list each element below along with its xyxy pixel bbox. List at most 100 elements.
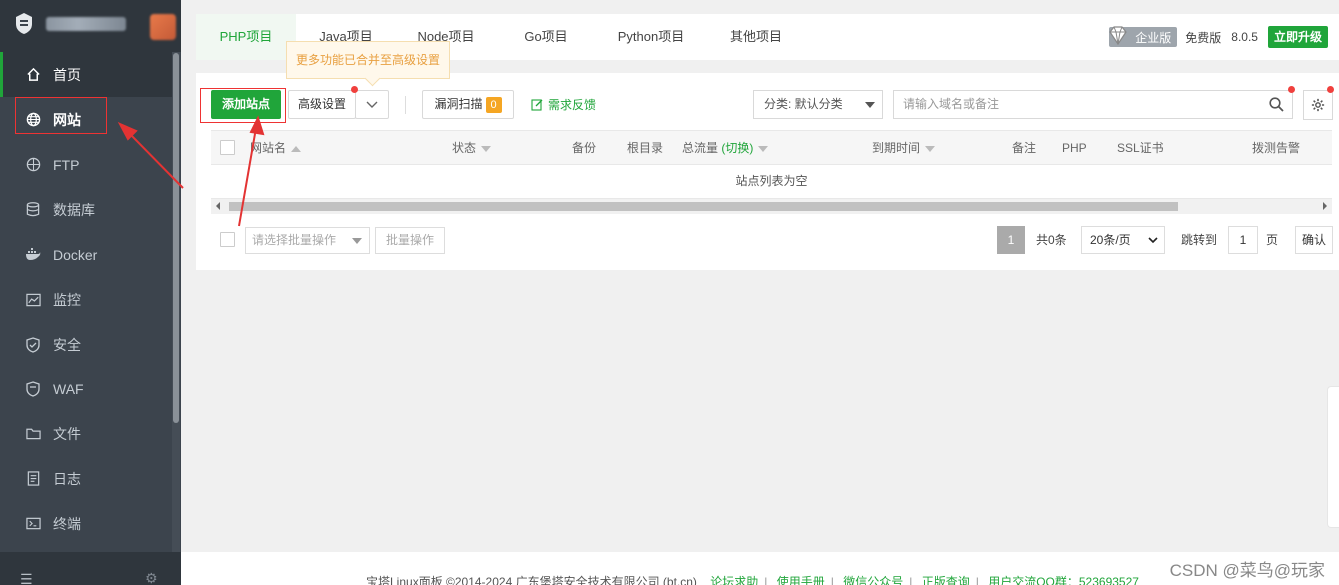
col-remark: 备注 xyxy=(1012,141,1037,155)
feedback-label: 需求反馈 xyxy=(548,98,597,112)
search-placeholder: 请输入域名或备注 xyxy=(903,97,1000,111)
category-value: 分类: 默认分类 xyxy=(764,97,843,111)
table-header: 网站名 状态 备份 根目录 总流量 (切换) 到期时间 备注 PHP SSL证书… xyxy=(211,130,1332,165)
sort-up-icon xyxy=(291,145,302,152)
col-php: PHP xyxy=(1062,141,1087,155)
version-label: 8.0.5 xyxy=(1231,30,1258,44)
license-link[interactable]: 正版查询 xyxy=(922,575,970,585)
sidebar-item-label: WAF xyxy=(53,380,84,397)
sidebar-item-monitor[interactable]: 监控 xyxy=(0,277,172,322)
page-size-select[interactable]: 20条/页 xyxy=(1081,226,1165,254)
batch-action-select[interactable]: 请选择批量操作 xyxy=(245,227,370,254)
shield-icon xyxy=(25,336,41,353)
advanced-dropdown-button[interactable] xyxy=(355,90,389,119)
sort-down-icon xyxy=(481,145,492,152)
col-expire[interactable]: 到期时间 xyxy=(872,131,936,166)
sidebar-item-database[interactable]: 数据库 xyxy=(0,187,172,232)
sort-down-icon xyxy=(758,145,769,152)
feedback-link[interactable]: 需求反馈 xyxy=(531,96,596,113)
advanced-settings-button[interactable]: 高级设置 xyxy=(288,90,356,119)
sidebar-item-terminal[interactable]: 终端 xyxy=(0,501,172,546)
total-count: 共0条 xyxy=(1036,233,1067,247)
sidebar-item-label: FTP xyxy=(53,156,80,173)
upgrade-button[interactable]: 立即升级 xyxy=(1267,26,1328,48)
manual-link[interactable]: 使用手册 xyxy=(777,575,825,585)
qq-group-link[interactable]: 用户交流QQ群：523693527 xyxy=(988,575,1139,585)
tab-go[interactable]: Go项目 xyxy=(496,14,596,60)
folder-icon xyxy=(25,426,41,442)
table-empty-row: 站点列表为空 xyxy=(211,165,1332,199)
terminal-icon xyxy=(25,516,41,532)
monitor-icon xyxy=(25,292,41,308)
sidebar-item-label: 首页 xyxy=(53,66,81,83)
traffic-switch-link[interactable]: (切换) xyxy=(721,141,753,155)
csdn-watermark: CSDN @菜鸟@玩家 xyxy=(1169,561,1325,580)
category-select[interactable]: 分类: 默认分类 xyxy=(753,90,883,119)
jump-confirm-button[interactable]: 确认 xyxy=(1295,226,1333,254)
log-icon xyxy=(25,471,41,487)
sidebar-item-ftp[interactable]: FTP xyxy=(0,142,172,187)
col-label: 总流量 xyxy=(682,141,719,155)
scroll-left-icon[interactable] xyxy=(216,202,220,210)
table-settings-button[interactable] xyxy=(1303,90,1333,120)
collapse-menu-icon[interactable]: ☰ xyxy=(20,571,33,585)
free-edition-label: 免费版 xyxy=(1185,30,1222,45)
sidebar-item-label: 日志 xyxy=(53,470,81,487)
settings-dot-badge xyxy=(1327,86,1334,93)
ftp-icon xyxy=(25,157,41,173)
jump-page-input[interactable]: 1 xyxy=(1228,226,1258,254)
search-input[interactable]: 请输入域名或备注 xyxy=(893,90,1293,119)
sidebar-item-waf[interactable]: WAF xyxy=(0,366,172,411)
settings-gear-icon[interactable]: ⚙ xyxy=(145,570,158,585)
scroll-right-icon[interactable] xyxy=(1323,202,1327,210)
sidebar-item-security[interactable]: 安全 xyxy=(0,322,172,367)
forum-link[interactable]: 论坛求助 xyxy=(710,575,758,585)
sidebar-item-home[interactable]: 首页 xyxy=(0,52,172,97)
edit-icon xyxy=(531,99,543,111)
home-icon xyxy=(25,67,41,83)
sidebar-item-docker[interactable]: Docker xyxy=(0,232,172,277)
sidebar-item-label: 监控 xyxy=(53,291,81,308)
wechat-link[interactable]: 微信公众号 xyxy=(843,575,903,585)
vuln-scan-label: 漏洞扫描 xyxy=(434,97,483,111)
sidebar-item-files[interactable]: 文件 xyxy=(0,411,172,456)
col-site-name[interactable]: 网站名 xyxy=(250,131,302,166)
waf-shield-icon xyxy=(25,380,41,397)
tab-other[interactable]: 其他项目 xyxy=(706,14,806,60)
sidebar-item-logs[interactable]: 日志 xyxy=(0,456,172,501)
avatar[interactable] xyxy=(150,14,176,40)
sidebar-item-label: 安全 xyxy=(53,336,81,353)
sidebar-item-label: 文件 xyxy=(53,425,81,442)
batch-select-checkbox[interactable] xyxy=(220,232,235,247)
col-label: 状态 xyxy=(452,141,477,155)
tab-php[interactable]: PHP项目 xyxy=(196,14,296,60)
caret-down-icon xyxy=(352,238,362,244)
page-current[interactable]: 1 xyxy=(997,226,1025,254)
header-right: 企业版 免费版 8.0.5 立即升级 xyxy=(1109,26,1328,48)
col-ssl: SSL证书 xyxy=(1117,141,1164,155)
divider xyxy=(405,96,406,114)
search-icon[interactable] xyxy=(1269,97,1284,112)
docker-icon xyxy=(25,247,41,263)
table-horizontal-scrollbar[interactable] xyxy=(211,199,1332,214)
col-traffic[interactable]: 总流量 (切换) xyxy=(682,131,769,166)
enterprise-label: 企业版 xyxy=(1135,30,1172,45)
select-all-checkbox[interactable] xyxy=(220,140,235,155)
col-status[interactable]: 状态 xyxy=(452,131,492,166)
sidebar-scrollbar[interactable] xyxy=(173,53,179,423)
col-alert: 拨测告警 xyxy=(1252,141,1301,155)
scan-count-badge: 0 xyxy=(485,97,502,113)
col-root: 根目录 xyxy=(627,141,664,155)
vuln-scan-button[interactable]: 漏洞扫描 0 xyxy=(422,90,514,119)
jump-label: 跳转到 xyxy=(1181,233,1218,247)
chevron-down-icon xyxy=(366,101,378,108)
batch-action-button[interactable]: 批量操作 xyxy=(375,227,445,254)
sidebar-item-label: 数据库 xyxy=(53,201,95,218)
side-float-tab[interactable] xyxy=(1327,386,1339,528)
scroll-thumb[interactable] xyxy=(229,202,1178,211)
database-icon xyxy=(25,202,41,218)
sidebar-item-label: 终端 xyxy=(53,515,81,532)
enterprise-badge[interactable]: 企业版 xyxy=(1109,26,1178,47)
tab-python[interactable]: Python项目 xyxy=(596,14,706,60)
server-name-blurred xyxy=(46,17,126,31)
